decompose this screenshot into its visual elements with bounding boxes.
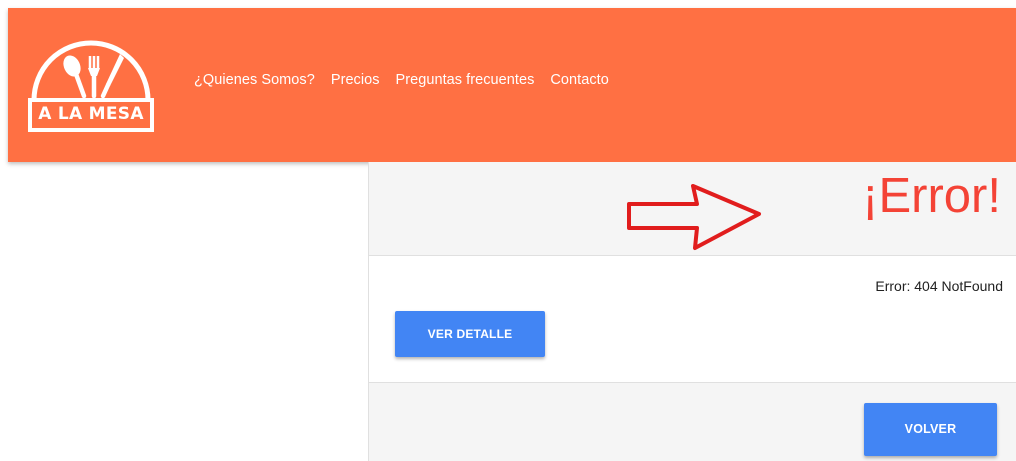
red-arrow-right-icon	[627, 184, 761, 250]
error-title: ¡Error!	[862, 169, 1001, 223]
nav-item-preguntas-frecuentes[interactable]: Preguntas frecuentes	[396, 72, 535, 88]
nav-item-quienes-somos[interactable]: ¿Quienes Somos?	[194, 72, 315, 88]
logo-text: A LA MESA	[38, 104, 144, 124]
nav-item-contacto[interactable]: Contacto	[550, 72, 608, 88]
navbar: A LA MESA ¿Quienes Somos? Precios Pregun…	[8, 8, 1016, 162]
error-card-header: ¡Error!	[369, 162, 1016, 256]
brand-logo[interactable]: A LA MESA	[28, 28, 154, 132]
main-nav: ¿Quienes Somos? Precios Preguntas frecue…	[194, 72, 609, 88]
error-card-footer: VOLVER	[369, 383, 1016, 461]
view-detail-button[interactable]: VER DETALLE	[395, 311, 545, 357]
back-button[interactable]: VOLVER	[864, 403, 997, 456]
error-card: ¡Error! Error: 404 NotFound VER DETALLE …	[368, 162, 1016, 461]
nav-item-precios[interactable]: Precios	[331, 72, 380, 88]
error-card-body: Error: 404 NotFound VER DETALLE	[369, 256, 1016, 383]
error-message: Error: 404 NotFound	[875, 278, 1003, 294]
